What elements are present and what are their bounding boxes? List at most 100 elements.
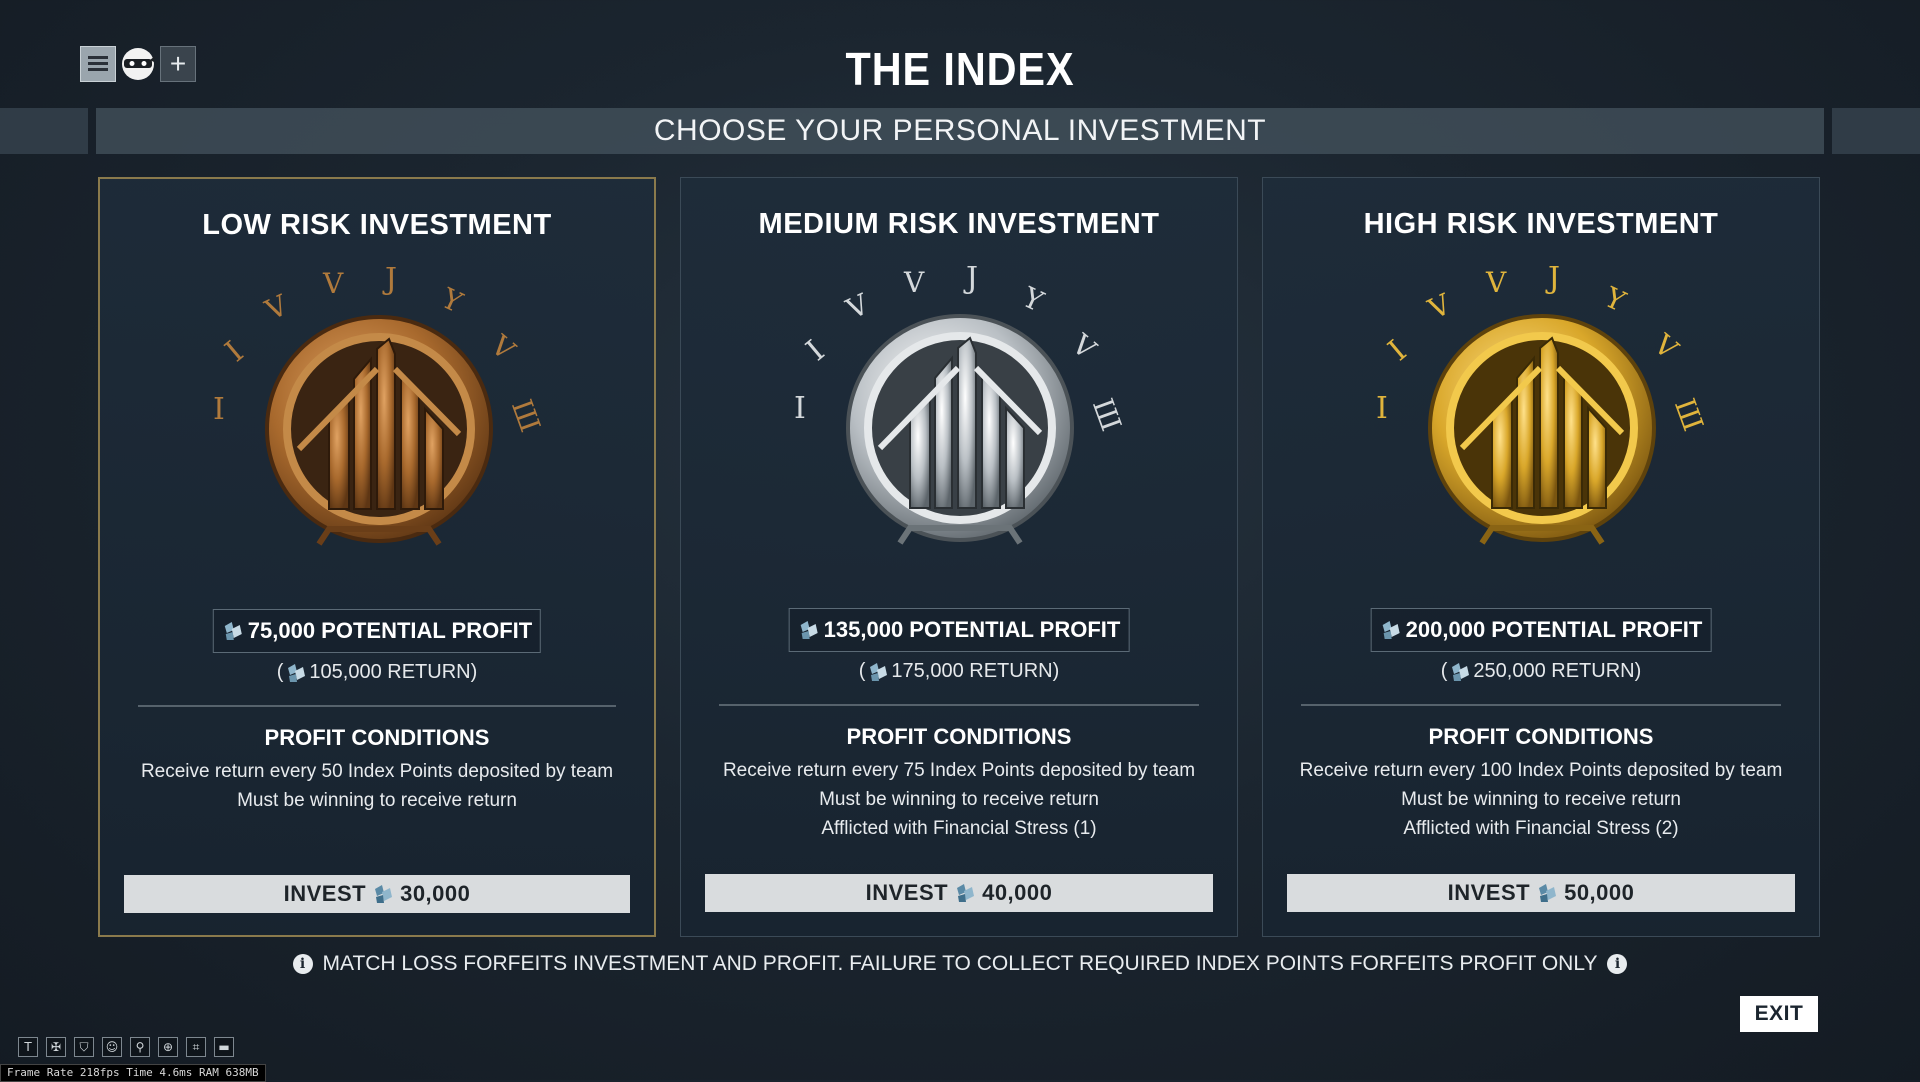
condition-item: Must be winning to receive return	[1401, 789, 1681, 810]
condition-item: Must be winning to receive return	[819, 789, 1099, 810]
svg-text:Ш: Ш	[505, 395, 547, 436]
condition-item: Receive return every 50 Index Points dep…	[140, 761, 614, 782]
svg-text:I: I	[800, 334, 832, 368]
shield-icon[interactable]: ⛉	[74, 1037, 94, 1057]
platinum-icon	[1452, 662, 1470, 681]
platinum-icon	[800, 621, 818, 639]
banner-right-segment	[1832, 108, 1920, 154]
forfeit-note: i MATCH LOSS FORFEITS INVESTMENT AND PRO…	[0, 952, 1920, 976]
svg-text:J: J	[1545, 261, 1560, 296]
svg-text:Y: Y	[1599, 280, 1631, 318]
info-icon[interactable]: i	[1607, 954, 1628, 974]
svg-text:J: J	[963, 261, 978, 296]
divider	[719, 704, 1199, 706]
potential-profit-box: 135,000 POTENTIAL PROFIT	[788, 608, 1130, 652]
face-icon[interactable]: ☺	[102, 1037, 122, 1057]
platinum-icon	[1382, 621, 1400, 639]
divider	[138, 705, 616, 707]
svg-text:V: V	[1485, 266, 1507, 299]
svg-text:J: J	[382, 262, 397, 297]
svg-text:Y: Y	[1017, 280, 1049, 318]
info-icon[interactable]: i	[292, 954, 313, 974]
invest-button-medium[interactable]: INVEST 40,000	[705, 874, 1213, 912]
svg-text:Ш: Ш	[1086, 394, 1128, 435]
return-amount: ( 105,000 RETURN)	[100, 661, 654, 684]
return-open-paren: (	[858, 660, 866, 682]
investment-card-low[interactable]: LOW RISK INVESTMENT I I V V J Y V Ш 75,0…	[98, 177, 656, 937]
platinum-icon	[1539, 884, 1557, 902]
return-value: 250,000 RETURN)	[1473, 660, 1642, 682]
invest-label: INVEST	[283, 881, 367, 906]
svg-text:V: V	[1647, 327, 1685, 366]
svg-text:V: V	[484, 328, 522, 367]
profit-conditions-title: PROFIT CONDITIONS	[846, 724, 1072, 749]
invest-label: INVEST	[865, 880, 949, 905]
condition-item: Afflicted with Financial Stress (1)	[821, 818, 1097, 839]
potential-profit-text: 75,000 POTENTIAL PROFIT	[247, 618, 533, 643]
invest-label: INVEST	[1447, 880, 1531, 905]
svg-text:I: I	[794, 391, 806, 426]
card-title: LOW RISK INVESTMENT	[202, 209, 552, 241]
zoom-icon[interactable]: ⊕	[158, 1037, 178, 1057]
svg-text:V: V	[1065, 327, 1103, 366]
platinum-icon	[957, 884, 975, 902]
svg-text:V: V	[903, 266, 925, 299]
investment-card-high[interactable]: HIGH RISK INVESTMENT I I V V J Y V Ш 200…	[1262, 177, 1820, 937]
platinum-icon	[224, 622, 242, 640]
debug-toolbar: T ✠ ⛉ ☺ ⚲ ⊕ ⌗ ▬	[18, 1037, 234, 1057]
subtitle-text: CHOOSE YOUR PERSONAL INVESTMENT	[653, 114, 1267, 147]
svg-text:I: I	[1376, 391, 1388, 426]
profit-conditions-title: PROFIT CONDITIONS	[264, 725, 490, 750]
subtitle-banner: CHOOSE YOUR PERSONAL INVESTMENT	[96, 108, 1824, 154]
condition-item: Receive return every 100 Index Points de…	[1299, 760, 1783, 781]
card-title: HIGH RISK INVESTMENT	[1363, 208, 1719, 240]
return-open-paren: (	[276, 661, 284, 683]
svg-text:I: I	[1382, 334, 1414, 368]
condition-item: Receive return every 75 Index Points dep…	[722, 760, 1196, 781]
platinum-icon	[288, 663, 306, 682]
invest-amount: 50,000	[1564, 880, 1635, 905]
svg-text:V: V	[322, 267, 344, 300]
bronze-index-emblem-icon: I I V V J Y V Ш	[213, 262, 547, 546]
potential-profit-box: 200,000 POTENTIAL PROFIT	[1370, 608, 1712, 652]
page-title: THE INDEX	[845, 43, 1075, 95]
return-value: 105,000 RETURN)	[309, 661, 478, 683]
investment-card-medium[interactable]: MEDIUM RISK INVESTMENT I I V V J Y V Ш 1…	[680, 177, 1238, 937]
text-icon[interactable]: T	[18, 1037, 38, 1057]
invest-amount: 40,000	[982, 880, 1053, 905]
return-open-paren: (	[1440, 660, 1448, 682]
platinum-icon	[375, 885, 393, 903]
profit-conditions-list: Receive return every 50 Index Points dep…	[100, 757, 654, 815]
potential-profit-text: 135,000 POTENTIAL PROFIT	[823, 617, 1121, 642]
svg-text:V: V	[840, 287, 874, 326]
profit-conditions-list: Receive return every 100 Index Points de…	[1263, 756, 1819, 843]
profit-conditions-list: Receive return every 75 Index Points dep…	[681, 756, 1237, 843]
svg-text:Ш: Ш	[1668, 394, 1710, 435]
card-title: MEDIUM RISK INVESTMENT	[758, 208, 1160, 240]
condition-item: Afflicted with Financial Stress (2)	[1403, 818, 1679, 839]
divider	[1301, 704, 1781, 706]
potential-profit-text: 200,000 POTENTIAL PROFIT	[1405, 617, 1703, 642]
condition-item: Must be winning to receive return	[237, 790, 517, 811]
pin-icon[interactable]: ⚲	[130, 1037, 150, 1057]
banner-left-segment	[0, 108, 88, 154]
svg-text:Y: Y	[436, 281, 468, 319]
invest-amount: 30,000	[400, 881, 471, 906]
forfeit-note-text: MATCH LOSS FORFEITS INVESTMENT AND PROFI…	[322, 952, 1598, 975]
invest-button-low[interactable]: INVEST 30,000	[124, 875, 630, 913]
exit-button[interactable]: EXIT	[1740, 996, 1818, 1032]
bracket-icon[interactable]: ⌗	[186, 1037, 206, 1057]
return-amount: ( 175,000 RETURN)	[681, 660, 1237, 683]
profit-conditions-title: PROFIT CONDITIONS	[1428, 724, 1654, 749]
return-amount: ( 250,000 RETURN)	[1263, 660, 1819, 683]
platinum-icon	[870, 662, 888, 681]
svg-text:V: V	[1422, 287, 1456, 326]
frame-rate-readout: Frame Rate 218fps Time 4.6ms RAM 638MB	[0, 1064, 266, 1082]
wings-icon[interactable]: ✠	[46, 1037, 66, 1057]
potential-profit-box: 75,000 POTENTIAL PROFIT	[212, 609, 542, 653]
invest-button-high[interactable]: INVEST 50,000	[1287, 874, 1795, 912]
svg-text:V: V	[259, 288, 293, 327]
minus-box-icon[interactable]: ▬	[214, 1037, 234, 1057]
silver-index-emblem-icon: I I V V J Y V Ш	[794, 261, 1128, 545]
svg-text:I: I	[213, 392, 225, 427]
